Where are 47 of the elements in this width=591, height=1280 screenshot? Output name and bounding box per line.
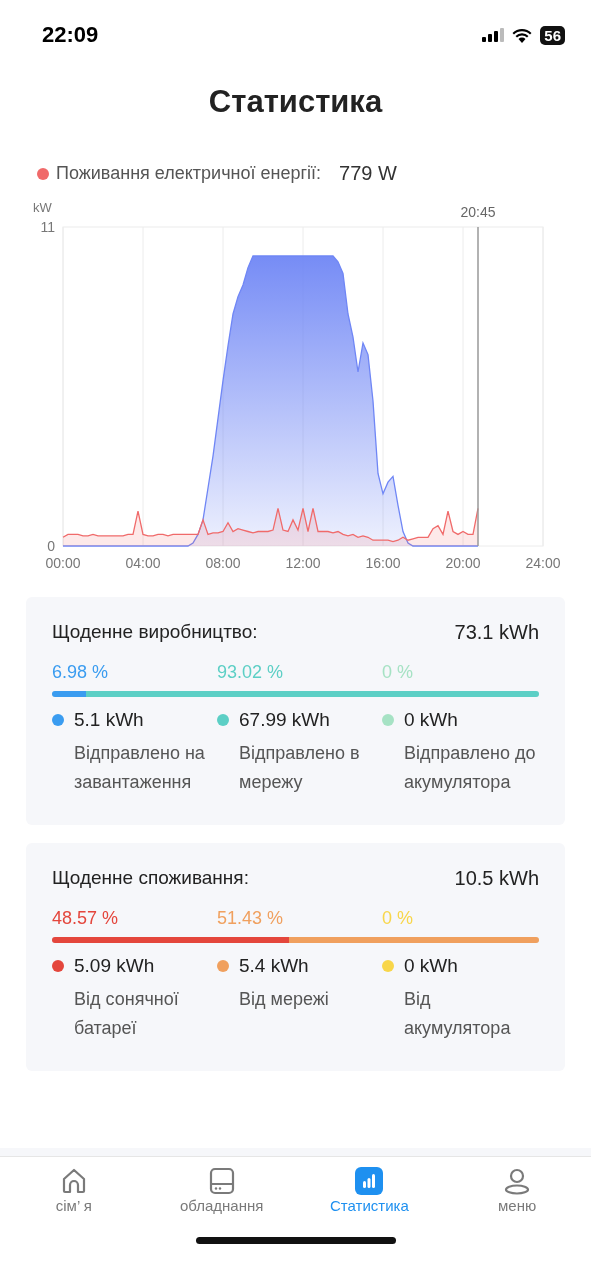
y-tick-label: 0 — [47, 538, 55, 554]
energy-label: Відправлено в мережу — [239, 742, 361, 794]
card-title: Щоденне споживання: — [52, 867, 249, 890]
status-time: 22:09 — [42, 22, 99, 48]
energy-label: Відправлено на завантаження — [74, 742, 206, 794]
card-total: 10.5 kWh — [454, 867, 539, 890]
page-title: Статистика — [207, 84, 384, 120]
y-axis-unit: kW — [33, 200, 52, 215]
person-icon — [503, 1167, 532, 1195]
energy-label: Від акумулятора — [404, 988, 512, 1040]
energy-value: 5.4 kWh — [239, 955, 309, 977]
x-tick-label: 12:00 — [285, 555, 321, 571]
tab-button[interactable]: сім’ я — [0, 1167, 148, 1237]
bar-chart-icon — [355, 1167, 384, 1195]
x-tick-label: 16:00 — [365, 555, 401, 571]
energy-value: 0 kWh — [404, 955, 458, 977]
energy-value: 0 kWh — [404, 709, 458, 731]
energy-label: Від сонячної батареї — [74, 988, 180, 1040]
wifi-icon — [512, 27, 533, 43]
energy-label: Відправлено до акумулятора — [404, 742, 537, 794]
card-total: 73.1 kWh — [454, 621, 539, 644]
x-tick-label: 20:00 — [445, 555, 481, 571]
tab-button[interactable]: Статистика — [295, 1167, 444, 1237]
x-tick-label: 00:00 — [45, 555, 81, 571]
tab-button[interactable]: обладнання — [147, 1167, 296, 1237]
legend-label: Поживання електричної енергії: — [56, 163, 322, 184]
energy-value: 5.09 kWh — [74, 955, 155, 977]
y-tick-label: 11 — [40, 219, 55, 235]
consumption-value: 779 W — [339, 162, 397, 185]
x-tick-label: 08:00 — [205, 555, 241, 571]
energy-label: Від мережі — [239, 988, 330, 1011]
percent-label: 0 % — [382, 662, 415, 683]
percent-label: 48.57 % — [52, 908, 120, 929]
x-tick-label: 24:00 — [525, 555, 561, 571]
cursor-time: 20:45 — [460, 204, 496, 220]
battery-level: 56 — [540, 25, 565, 45]
energy-value: 67.99 kWh — [239, 709, 330, 731]
x-tick-label: 04:00 — [125, 555, 161, 571]
card-title: Щоденне виробництво: — [52, 621, 258, 644]
percent-label: 6.98 % — [52, 662, 110, 683]
tab-button[interactable]: меню — [443, 1167, 591, 1237]
energy-value: 5.1 kWh — [74, 709, 144, 731]
percent-label: 0 % — [382, 908, 415, 929]
drive-icon — [207, 1167, 236, 1195]
signal-icon — [482, 28, 505, 42]
percent-label: 93.02 % — [217, 662, 285, 683]
percent-label: 51.43 % — [217, 908, 285, 929]
